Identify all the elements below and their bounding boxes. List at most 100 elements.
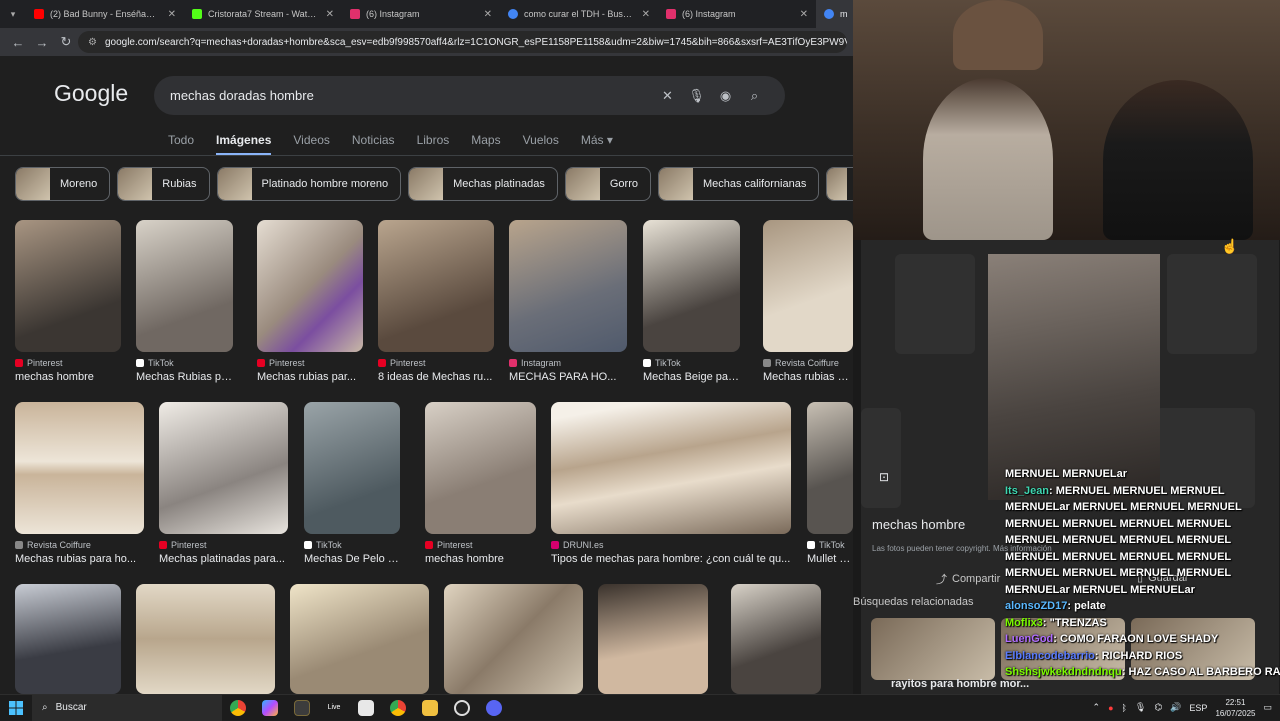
chip-rubias[interactable]: Rubias — [117, 167, 210, 201]
result-image[interactable] — [304, 402, 400, 534]
tab-imagenes[interactable]: Imágenes — [216, 133, 272, 156]
close-tab-icon[interactable]: ✕ — [800, 9, 808, 20]
tab-videos[interactable]: Videos — [293, 133, 329, 156]
result-image[interactable] — [509, 220, 627, 352]
forward-arrow-icon[interactable]: → — [30, 35, 54, 50]
microphone-icon[interactable]: 🎙 — [1135, 702, 1146, 713]
taskbar-app-discord[interactable] — [478, 695, 510, 721]
lens-icon[interactable]: ⊡ — [879, 470, 889, 484]
image-result[interactable]: Revista Coiffure Mechas rubias para — [763, 220, 853, 383]
tab-todo[interactable]: Todo — [168, 133, 194, 156]
related-thumb[interactable] — [871, 618, 995, 680]
google-logo[interactable]: Google — [54, 80, 128, 107]
search-icon[interactable]: ⌕ — [740, 88, 769, 104]
taskbar-app-chrome[interactable] — [222, 695, 254, 721]
chip-moreno[interactable]: Moreno — [15, 167, 111, 201]
result-image[interactable] — [731, 584, 821, 694]
chip-more[interactable]: Ha — [826, 167, 853, 201]
taskbar-app-explorer[interactable] — [414, 695, 446, 721]
record-icon[interactable]: ● — [1108, 703, 1113, 713]
result-image[interactable] — [444, 584, 583, 694]
result-image[interactable] — [598, 584, 708, 694]
result-image[interactable] — [425, 402, 536, 534]
image-result[interactable]: Pinterest mechas hombre — [15, 220, 121, 383]
clock[interactable]: 22:51 16/07/2025 — [1215, 697, 1255, 719]
network-icon[interactable]: ⌬ — [1154, 702, 1162, 713]
url-field[interactable]: ⚙ google.com/search?q=mechas+doradas+homb… — [78, 31, 847, 53]
preview-image[interactable] — [988, 254, 1160, 500]
result-image[interactable] — [15, 584, 121, 694]
chip-platinado[interactable]: Platinado hombre moreno — [216, 167, 402, 201]
image-result[interactable] — [290, 584, 429, 694]
image-result[interactable]: TikTok Mechas De Pelo H... — [304, 402, 400, 565]
chip-californianas[interactable]: Mechas californianas — [657, 167, 820, 201]
browser-tab-1[interactable]: Cristorata7 Stream - Watch Live...✕ — [184, 0, 342, 28]
windows-start-icon[interactable] — [0, 695, 32, 721]
clear-icon[interactable]: ✕ — [653, 88, 682, 104]
result-image[interactable] — [643, 220, 740, 352]
reload-icon[interactable]: ↻ — [54, 34, 78, 50]
tab-vuelos[interactable]: Vuelos — [523, 133, 559, 156]
tab-mas[interactable]: Más ▾ — [581, 133, 613, 156]
result-image[interactable] — [136, 584, 275, 694]
taskbar-app-live[interactable]: Live — [318, 695, 350, 721]
close-tab-icon[interactable]: ✕ — [642, 9, 650, 20]
image-result[interactable]: TikTok Mechas Rubias pa... — [136, 220, 233, 383]
language-indicator[interactable]: ESP — [1189, 703, 1207, 713]
result-image[interactable] — [807, 402, 853, 534]
taskbar-search[interactable]: ⌕ Buscar — [32, 694, 222, 721]
tab-libros[interactable]: Libros — [417, 133, 450, 156]
result-image[interactable] — [378, 220, 494, 352]
image-result[interactable]: Pinterest mechas hombre — [425, 402, 536, 565]
result-image[interactable] — [15, 402, 144, 534]
image-result[interactable] — [15, 584, 121, 694]
close-tab-icon[interactable]: ✕ — [484, 9, 492, 20]
microphone-icon[interactable]: 🎙 — [682, 88, 711, 104]
image-result[interactable]: Pinterest Mechas platinadas para... — [159, 402, 288, 565]
close-tab-icon[interactable]: ✕ — [168, 9, 176, 20]
share-button[interactable]: ⤴ Compartir — [936, 571, 1000, 587]
image-result[interactable] — [444, 584, 583, 694]
result-image[interactable] — [136, 220, 233, 352]
chevron-up-icon[interactable]: ⌃ — [1093, 702, 1101, 713]
result-image[interactable] — [290, 584, 429, 694]
preview-title[interactable]: mechas hombre — [872, 517, 965, 532]
chip-gorro[interactable]: Gorro — [564, 167, 651, 201]
image-result[interactable] — [731, 584, 821, 694]
tab-noticias[interactable]: Noticias — [352, 133, 395, 156]
notifications-icon[interactable]: ▭ — [1263, 702, 1272, 713]
taskbar-app-game[interactable] — [286, 695, 318, 721]
camera-lens-icon[interactable]: ◉ — [711, 88, 740, 104]
close-tab-icon[interactable]: ✕ — [326, 9, 334, 20]
chip-mechas-platinadas[interactable]: Mechas platinadas — [408, 167, 558, 201]
image-result[interactable]: Revista Coiffure Mechas rubias para ho..… — [15, 402, 144, 565]
result-image[interactable] — [15, 220, 121, 352]
taskbar-app-chrome-2[interactable] — [382, 695, 414, 721]
browser-tab-3[interactable]: como curar el TDH - Buscar con...✕ — [500, 0, 658, 28]
image-result[interactable]: Instagram MECHAS PARA HO... — [509, 220, 627, 383]
site-info-icon[interactable]: ⚙ — [88, 37, 97, 48]
result-image[interactable] — [257, 220, 363, 352]
tab-search-chevron-icon[interactable]: ▾ — [0, 9, 26, 20]
browser-tab-0[interactable]: (2) Bad Bunny - Enséñame a Ba...✕ — [26, 0, 184, 28]
image-result[interactable] — [136, 584, 275, 694]
image-result[interactable] — [598, 584, 708, 694]
browser-tab-4[interactable]: (6) Instagram ✕ — [658, 0, 816, 28]
volume-icon[interactable]: 🔊 — [1170, 702, 1181, 713]
taskbar-app-copilot[interactable] — [254, 695, 286, 721]
taskbar-app-obs[interactable] — [446, 695, 478, 721]
back-arrow-icon[interactable]: ← — [6, 35, 30, 50]
browser-tab-5[interactable]: me — [816, 0, 856, 28]
taskbar-app-notepad[interactable] — [350, 695, 382, 721]
image-result[interactable]: DRUNI.es Tipos de mechas para hombre: ¿c… — [551, 402, 791, 565]
result-image[interactable] — [551, 402, 791, 534]
image-result[interactable]: TikTok Mechas Beige par... — [643, 220, 740, 383]
image-result[interactable]: TikTok Mullet Con Mecha... — [807, 402, 853, 565]
browser-tab-2[interactable]: (6) Instagram ✕ — [342, 0, 500, 28]
search-input[interactable]: mechas doradas hombre — [170, 88, 653, 103]
image-result[interactable]: Pinterest 8 ideas de Mechas ru... — [378, 220, 494, 383]
result-image[interactable] — [763, 220, 853, 352]
bluetooth-icon[interactable]: ᛒ — [1122, 703, 1127, 713]
tab-maps[interactable]: Maps — [471, 133, 500, 156]
image-result[interactable]: Pinterest Mechas rubias par... — [257, 220, 363, 383]
